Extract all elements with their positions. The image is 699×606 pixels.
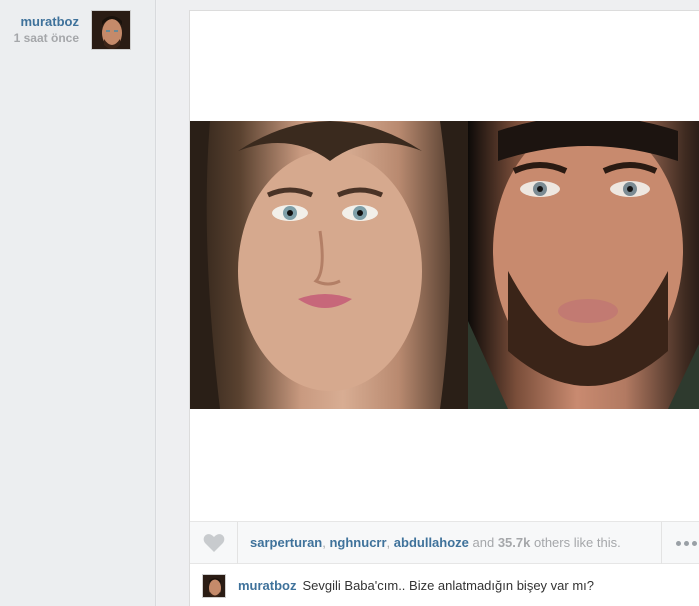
woman-face-illustration	[190, 121, 468, 409]
likes-count[interactable]: 35.7k	[498, 535, 531, 550]
liker-link[interactable]: sarperturan	[250, 535, 322, 550]
likes-suffix: others like this.	[530, 535, 621, 550]
photo-area[interactable]	[190, 11, 699, 521]
caption-row: muratboz Sevgili Baba'cım.. Bize anlatmad…	[190, 565, 699, 605]
caption-body: Sevgili Baba'cım.. Bize anlatmadığın biş…	[302, 578, 595, 593]
heart-icon	[203, 534, 224, 552]
likes-summary: sarperturan, nghnucrr, abdullahoze and 3…	[250, 535, 654, 550]
more-options-button[interactable]	[661, 522, 699, 564]
man-face-illustration	[468, 121, 699, 409]
likes-separator: ,	[386, 535, 394, 550]
more-icon	[683, 540, 689, 546]
post-card: sarperturan, nghnucrr, abdullahoze and 3…	[189, 10, 699, 606]
liker-link[interactable]: nghnucrr	[329, 535, 386, 550]
post-author: muratboz 1 saat önce	[0, 10, 156, 54]
more-icon	[691, 540, 697, 546]
photo-right-face	[468, 121, 699, 409]
caption-avatar[interactable]	[202, 574, 226, 598]
caption-text: muratboz Sevgili Baba'cım.. Bize anlatmad…	[238, 578, 594, 593]
avatar-image	[203, 575, 225, 597]
post-timestamp[interactable]: 1 saat önce	[14, 31, 79, 45]
liker-link[interactable]: abdullahoze	[394, 535, 469, 550]
post-actions-bar: sarperturan, nghnucrr, abdullahoze and 3…	[190, 521, 699, 564]
photo-left-face	[190, 121, 468, 409]
more-icon	[675, 540, 681, 546]
left-column: muratboz 1 saat önce	[0, 0, 156, 606]
like-button[interactable]	[190, 522, 238, 564]
caption-username-link[interactable]: muratboz	[238, 578, 297, 593]
author-username-link[interactable]: muratboz	[21, 14, 80, 29]
author-avatar[interactable]	[91, 10, 131, 50]
likes-and: and	[468, 535, 498, 550]
avatar-image	[92, 11, 130, 49]
post-photo[interactable]	[190, 121, 699, 409]
